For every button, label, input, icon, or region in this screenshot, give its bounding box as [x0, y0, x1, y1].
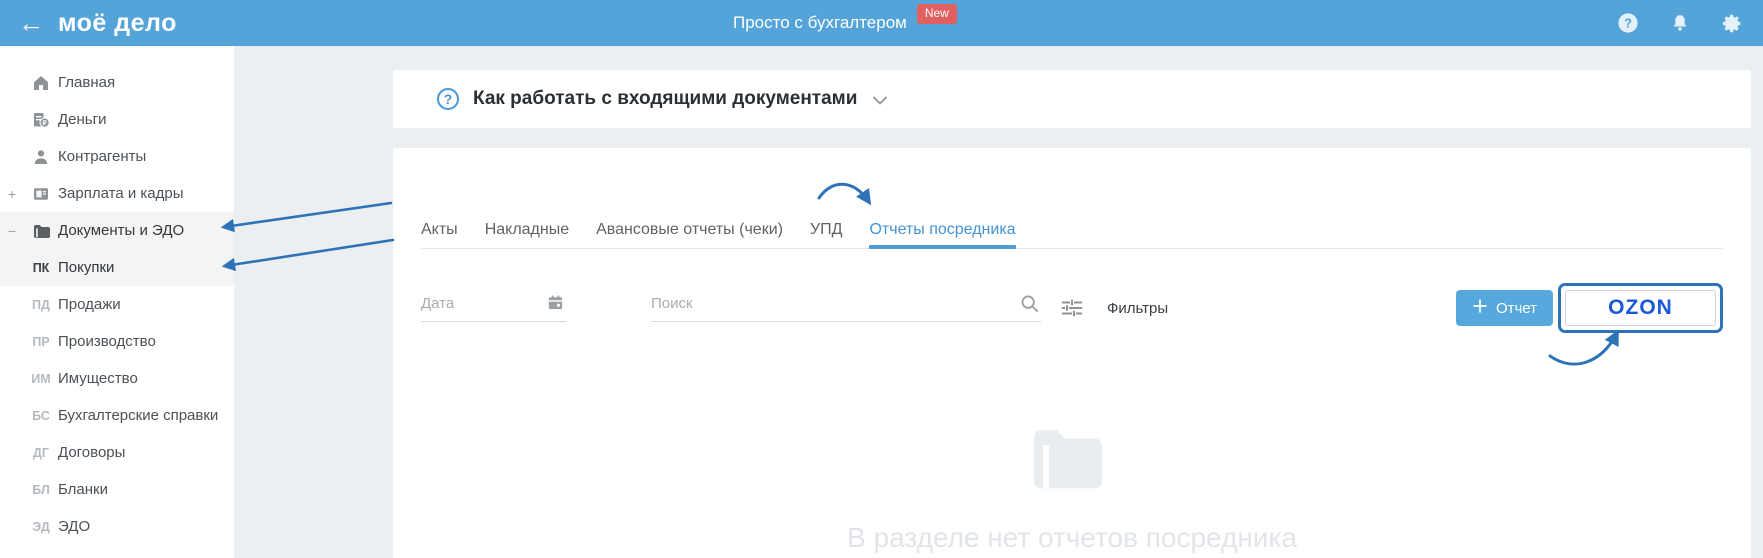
main-content: ? Как работать с входящими документами А… [234, 46, 1763, 558]
search-filter-field [651, 294, 1041, 322]
folder-icon [24, 222, 58, 240]
sidebar-item-label: Производство [58, 333, 156, 350]
sidebar-item-proizvodstvo[interactable]: ПР Производство [0, 323, 234, 360]
tab-nakladnye[interactable]: Накладные [485, 220, 569, 248]
search-icon[interactable] [1020, 294, 1039, 318]
sidebar-item-code: ПД [32, 297, 50, 312]
help-banner-title: Как работать с входящими документами [473, 88, 858, 109]
svg-text:?: ? [1624, 16, 1632, 31]
empty-folder-icon [1026, 430, 1118, 499]
sidebar-item-label: ЭДО [58, 518, 91, 535]
sidebar-nav: Главная ₽ Деньги Контрагенты + Зарплата … [0, 46, 234, 558]
expand-plus-icon[interactable]: + [0, 186, 24, 202]
notifications-bell-icon[interactable] [1669, 12, 1691, 34]
sidebar-item-label: Покупки [58, 259, 115, 276]
filter-toolbar: Фильтры Отчет OZON [393, 283, 1751, 333]
sidebar-item-prodazhi[interactable]: ПД Продажи [0, 286, 234, 323]
document-tabs: Акты Накладные Авансовые отчеты (чеки) У… [421, 148, 1723, 249]
sidebar-item-code: ИМ [31, 371, 51, 386]
tab-avansovye-otchety[interactable]: Авансовые отчеты (чеки) [596, 220, 783, 248]
sidebar-item-label: Документы и ЭДО [58, 222, 185, 239]
sidebar-item-code: БС [32, 408, 50, 423]
tagline-text: Просто с бухгалтером [733, 13, 907, 32]
help-icon[interactable]: ? [1617, 12, 1639, 34]
back-arrow-icon[interactable]: ← [18, 10, 44, 36]
help-banner[interactable]: ? Как работать с входящими документами [393, 70, 1751, 128]
add-report-label: Отчет [1495, 299, 1538, 317]
sidebar-item-code: ЭД [32, 519, 50, 534]
search-input[interactable] [651, 294, 1041, 321]
chevron-down-icon[interactable] [873, 92, 888, 110]
sidebar-item-label: Имущество [58, 370, 138, 387]
question-circle-icon: ? [437, 88, 459, 110]
sidebar-item-glavnaya[interactable]: Главная [0, 64, 234, 101]
sidebar-item-code: ДГ [33, 445, 49, 460]
documents-panel: Акты Накладные Авансовые отчеты (чеки) У… [393, 148, 1751, 558]
sidebar-item-label: Бланки [58, 481, 108, 498]
sidebar-item-label: Деньги [58, 111, 107, 128]
person-icon [24, 148, 58, 166]
sidebar-item-dokumenty-edo[interactable]: − Документы и ЭДО [0, 212, 234, 249]
date-filter-field [421, 294, 566, 322]
plus-icon [1472, 298, 1488, 318]
sidebar-item-kontragenty[interactable]: Контрагенты [0, 138, 234, 175]
id-card-icon [24, 185, 58, 203]
ozon-highlight-annotation: OZON [1558, 283, 1723, 333]
empty-state: В разделе нет отчетов посредника [393, 423, 1751, 554]
sidebar-item-label: Главная [58, 74, 116, 91]
sidebar-item-code: БЛ [32, 482, 50, 497]
sidebar-item-pokupki[interactable]: ПК Покупки [0, 249, 234, 286]
sidebar-item-dengi[interactable]: ₽ Деньги [0, 101, 234, 138]
tab-upd[interactable]: УПД [810, 220, 843, 248]
sidebar-item-code: ПК [32, 260, 50, 275]
settings-gear-icon[interactable] [1721, 12, 1743, 34]
sidebar-item-label: Продажи [58, 296, 121, 313]
sidebar-item-label: Договоры [58, 444, 126, 461]
sidebar-item-blanki[interactable]: БЛ Бланки [0, 471, 234, 508]
new-badge: New [916, 4, 957, 24]
sidebar-item-label: Бухгалтерские справки [58, 407, 219, 424]
tab-akty[interactable]: Акты [421, 220, 458, 248]
sidebar-item-zarplata[interactable]: + Зарплата и кадры [0, 175, 234, 212]
filters-label[interactable]: Фильтры [1107, 300, 1168, 317]
filter-sliders-icon[interactable] [1059, 295, 1085, 321]
empty-state-message: В разделе нет отчетов посредника [847, 522, 1297, 553]
app-logo[interactable]: моё дело [58, 9, 177, 38]
money-document-icon: ₽ [24, 111, 58, 129]
sidebar-item-label: Зарплата и кадры [58, 185, 184, 202]
calendar-icon[interactable] [547, 294, 564, 316]
add-report-button[interactable]: Отчет [1456, 290, 1553, 326]
date-input[interactable] [421, 294, 566, 321]
topbar-banner: Просто с бухгалтером New [733, 0, 957, 46]
topbar-icons: ? [1617, 0, 1743, 46]
ozon-report-button[interactable]: OZON [1565, 290, 1716, 326]
sidebar-item-code: ПР [32, 334, 50, 349]
sidebar-item-edo[interactable]: ЭД ЭДО [0, 508, 234, 545]
sidebar-item-buhspravki[interactable]: БС Бухгалтерские справки [0, 397, 234, 434]
top-bar: ← моё дело Просто с бухгалтером New ? [0, 0, 1763, 46]
app: ← моё дело Просто с бухгалтером New ? Гл… [0, 0, 1763, 558]
home-icon [24, 74, 58, 92]
tab-otchety-posrednika[interactable]: Отчеты посредника [869, 220, 1016, 249]
collapse-minus-icon[interactable]: − [0, 223, 24, 239]
sidebar-item-dogovory[interactable]: ДГ Договоры [0, 434, 234, 471]
sidebar-item-label: Контрагенты [58, 148, 147, 165]
sidebar-item-imushchestvo[interactable]: ИМ Имущество [0, 360, 234, 397]
